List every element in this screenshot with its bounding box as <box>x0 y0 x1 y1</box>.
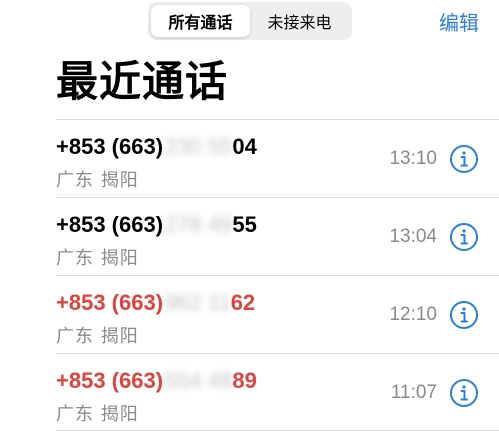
call-row[interactable]: +853 (663) 962 11 62 广东 揭阳 12:10 <box>56 275 499 353</box>
phone-number: +853 (663) 278 49 55 <box>56 212 257 238</box>
info-circle-icon[interactable] <box>449 222 479 252</box>
tab-all-calls[interactable]: 所有通话 <box>151 5 250 37</box>
phone-number-suffix: 89 <box>232 368 257 393</box>
redacted-digits: 554 48 <box>165 368 233 393</box>
redacted-digits: 230 55 <box>165 134 233 159</box>
page-title: 最近通话 <box>56 57 229 106</box>
phone-number-prefix: +853 (663) <box>56 368 164 393</box>
phone-number: +853 (663) 554 48 89 <box>56 368 257 394</box>
info-circle-icon[interactable] <box>449 300 479 330</box>
call-time: 11:07 <box>390 382 437 403</box>
info-circle-icon[interactable] <box>449 144 479 174</box>
redacted-digits: 962 11 <box>165 290 231 315</box>
caller-location: 广东 揭阳 <box>56 326 139 347</box>
phone-number: +853 (663) 962 11 62 <box>56 290 255 316</box>
info-circle-icon[interactable] <box>449 378 479 408</box>
call-time: 12:10 <box>389 304 437 325</box>
caller-location: 广东 揭阳 <box>56 404 139 425</box>
call-row[interactable]: +853 (663) 278 49 55 广东 揭阳 13:04 <box>56 197 499 275</box>
phone-number-prefix: +853 (663) <box>56 290 164 315</box>
call-filter-segmented-control: 所有通话 未接来电 <box>148 2 352 40</box>
recent-calls-list: +853 (663) 230 55 04 广东 揭阳 13:10 +853 (6… <box>56 119 499 431</box>
call-row[interactable]: +853 (663) 554 48 89 广东 揭阳 11:07 <box>56 353 499 431</box>
call-time: 13:04 <box>389 226 437 247</box>
phone-number-suffix: 62 <box>230 290 256 315</box>
phone-number-suffix: 55 <box>232 212 257 237</box>
caller-location: 广东 揭阳 <box>56 248 139 269</box>
edit-button[interactable]: 编辑 <box>439 7 479 36</box>
phone-number-suffix: 04 <box>232 134 257 159</box>
phone-number-prefix: +853 (663) <box>56 134 164 159</box>
redacted-digits: 278 49 <box>165 212 233 237</box>
tab-missed-calls[interactable]: 未接来电 <box>250 5 349 37</box>
phone-number: +853 (663) 230 55 04 <box>56 134 257 160</box>
caller-location: 广东 揭阳 <box>56 170 139 191</box>
call-row[interactable]: +853 (663) 230 55 04 广东 揭阳 13:10 <box>56 119 499 197</box>
phone-number-prefix: +853 (663) <box>56 212 164 237</box>
call-time: 13:10 <box>389 148 437 169</box>
